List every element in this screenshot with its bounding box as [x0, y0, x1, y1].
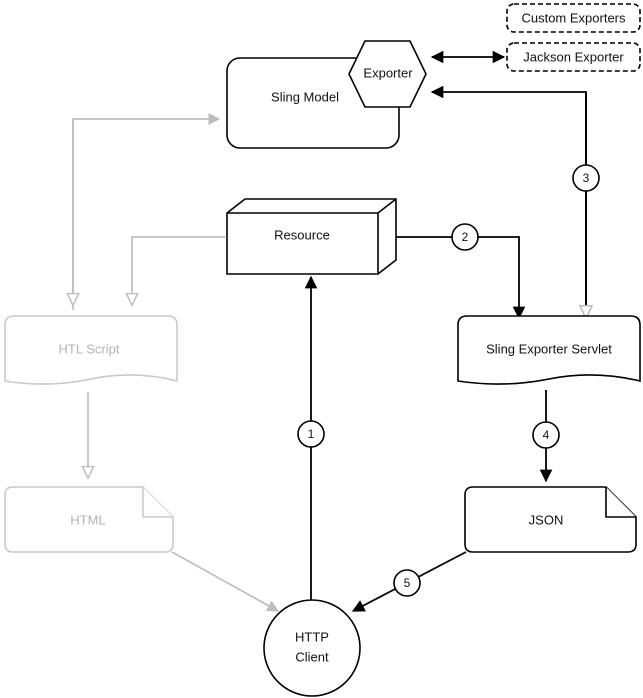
- node-json[interactable]: JSON: [464, 486, 637, 553]
- diagram-canvas: Custom Exporters Jackson Exporter Sling …: [0, 0, 643, 698]
- diagram-svg: Custom Exporters Jackson Exporter Sling …: [4, 3, 641, 697]
- sequence-marker-1: 1: [297, 420, 325, 448]
- edge-step3-servlet-to-exporter: [430, 85, 586, 322]
- node-resource[interactable]: Resource: [226, 198, 397, 275]
- sequence-marker-4: 4: [532, 421, 560, 449]
- node-html[interactable]: HTML: [4, 486, 174, 553]
- edge-htl-to-sling-model: [73, 113, 221, 310]
- node-sling-exporter-servlet[interactable]: Sling Exporter Servlet: [457, 315, 641, 385]
- node-exporter[interactable]: Exporter: [348, 40, 427, 108]
- node-http-client[interactable]: HTTP Client: [263, 599, 361, 697]
- node-custom-exporters[interactable]: Custom Exporters: [506, 3, 641, 33]
- sequence-marker-5: 5: [393, 569, 421, 597]
- edge-resource-to-htl: [132, 236, 225, 305]
- node-jackson-exporter[interactable]: Jackson Exporter: [506, 42, 641, 72]
- sequence-marker-2: 2: [451, 223, 479, 251]
- edge-step2-resource-to-servlet: [396, 236, 526, 320]
- node-htl-script[interactable]: HTL Script: [4, 315, 178, 385]
- sequence-marker-3: 3: [572, 164, 600, 192]
- edge-html-to-http-client: [171, 551, 280, 612]
